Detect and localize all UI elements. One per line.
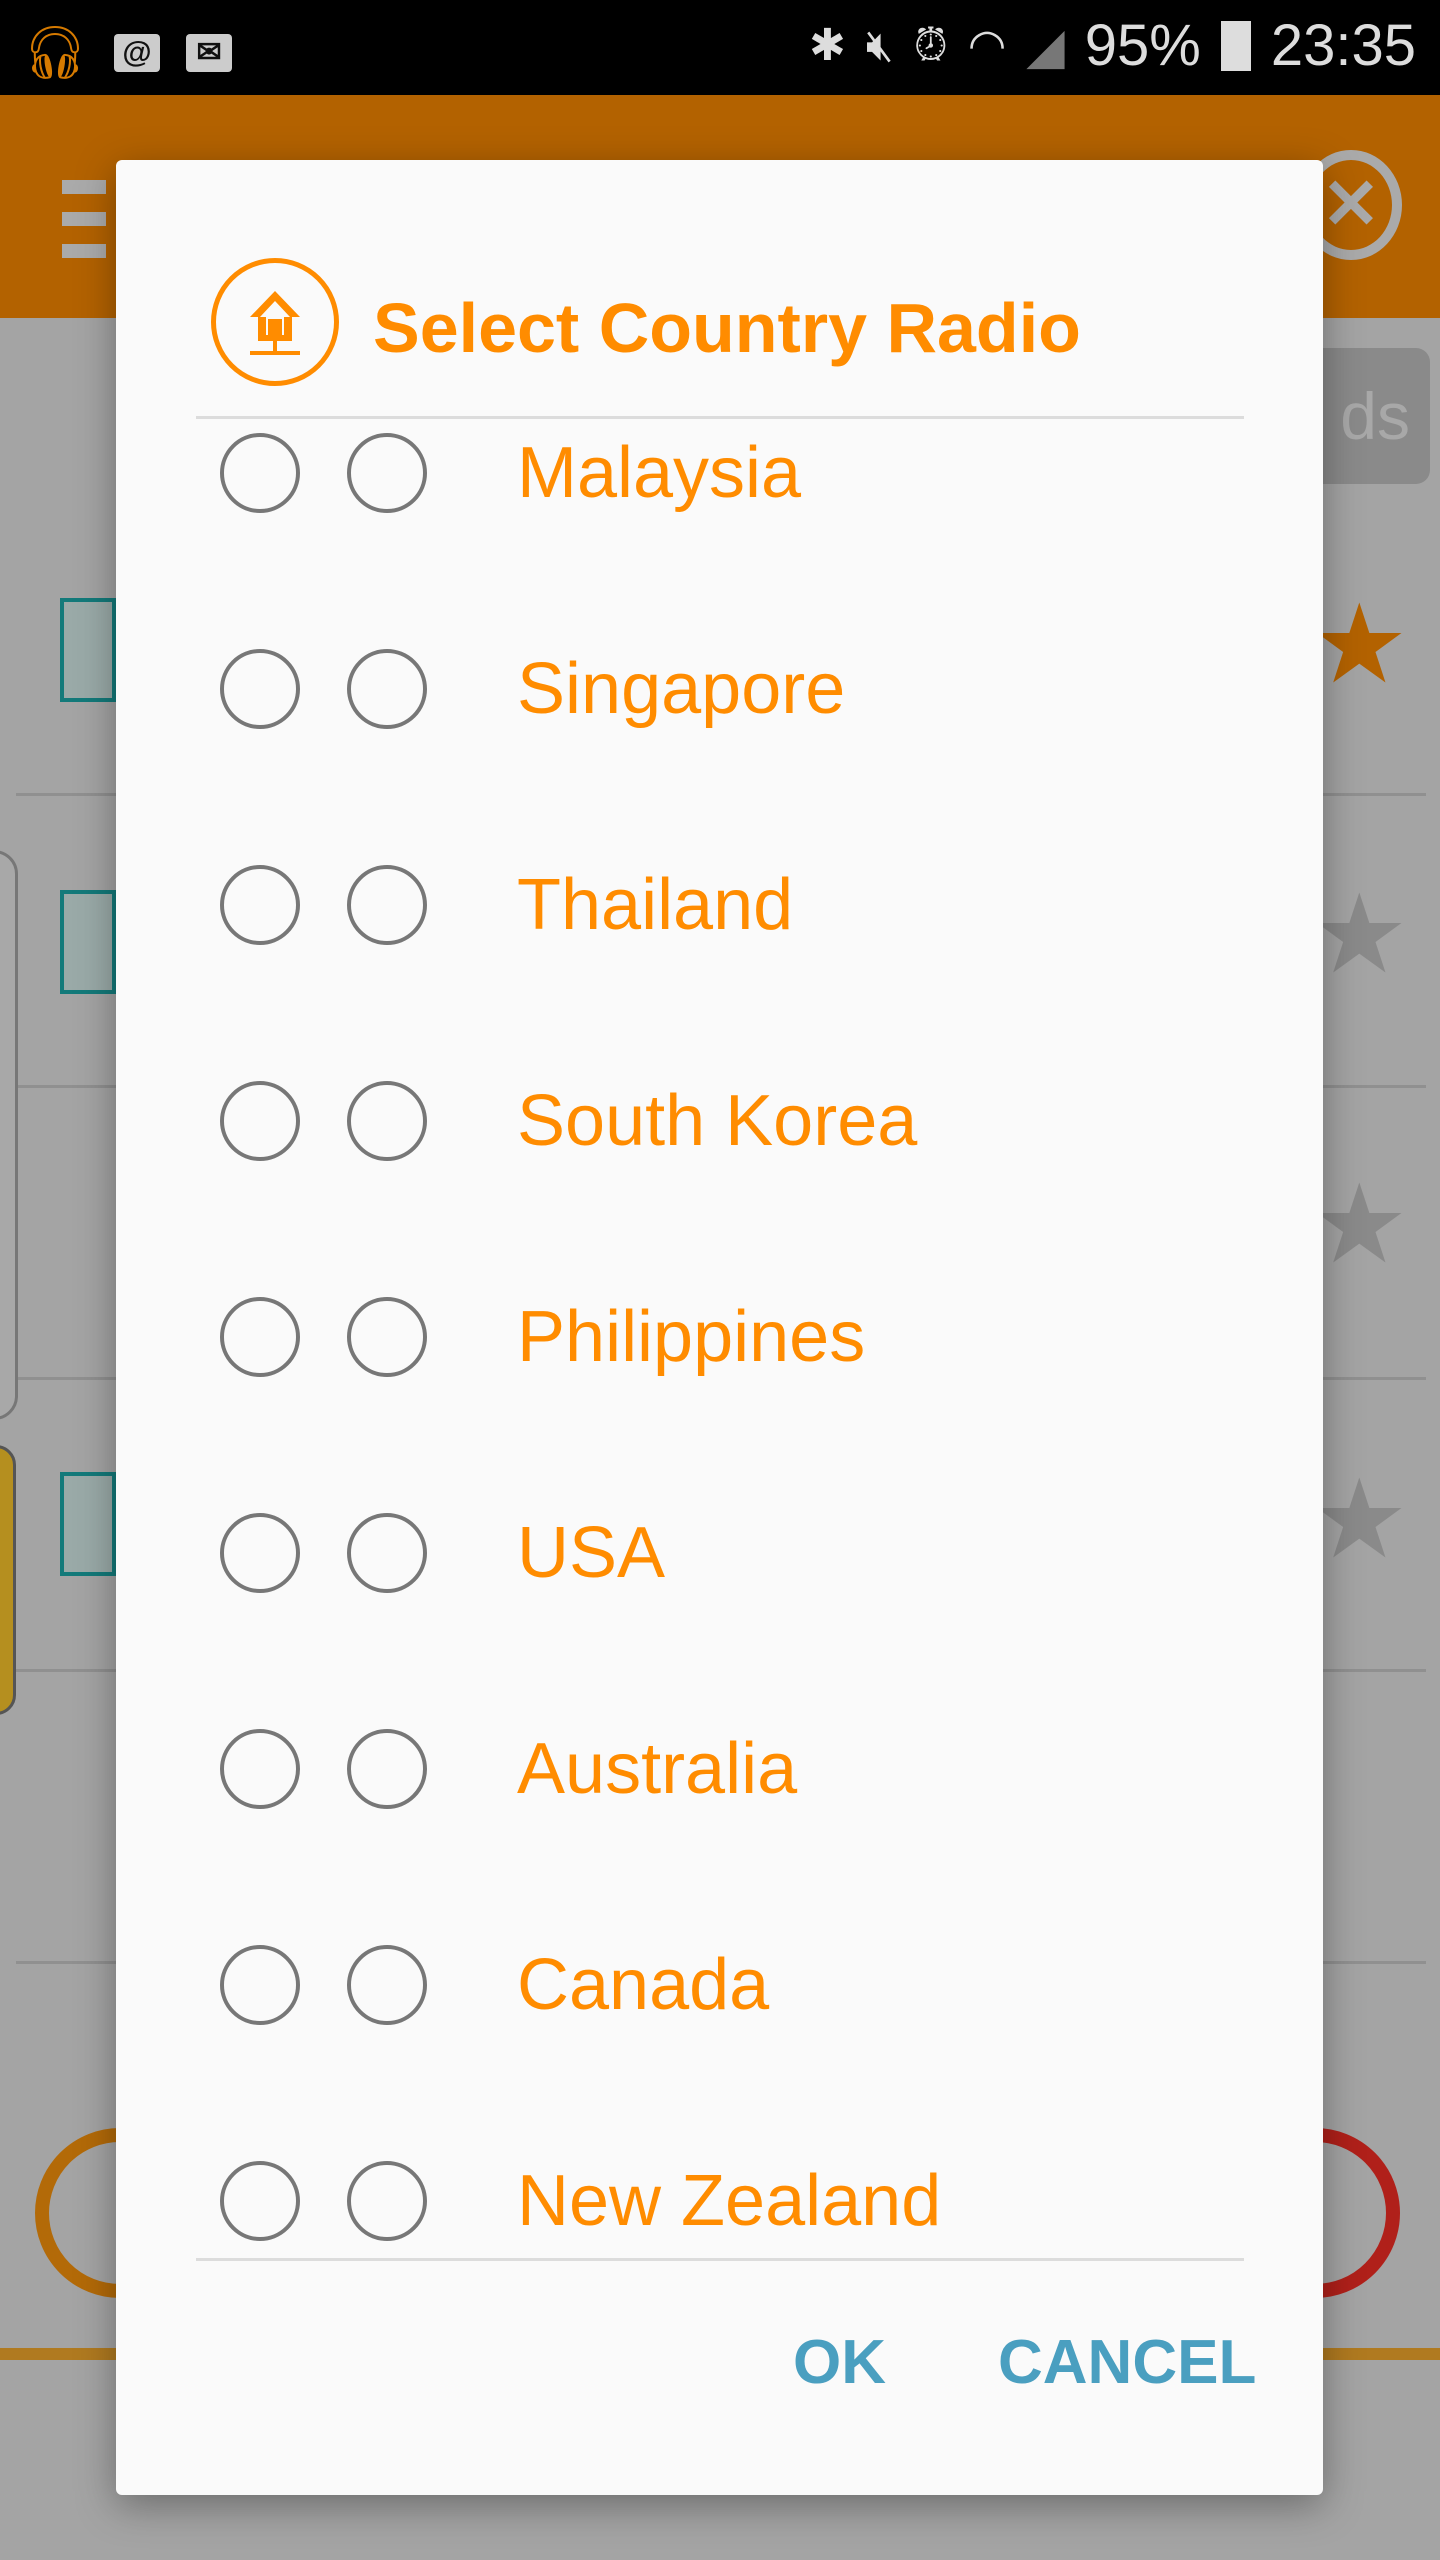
- divider: [196, 2258, 1244, 2261]
- country-row[interactable]: USA: [116, 1445, 1323, 1661]
- side-panel: [0, 850, 18, 1420]
- radio-button[interactable]: [220, 649, 300, 729]
- radio-button[interactable]: [347, 2161, 427, 2241]
- radio-button[interactable]: [220, 1297, 300, 1377]
- radio-button[interactable]: [220, 1081, 300, 1161]
- star-icon[interactable]: ★: [1310, 1160, 1409, 1288]
- radio-button[interactable]: [347, 1513, 427, 1593]
- radio-button[interactable]: [347, 865, 427, 945]
- wifi-icon: ◠: [967, 21, 1007, 70]
- list-icon: [60, 598, 116, 702]
- country-row[interactable]: Thailand: [116, 797, 1323, 1013]
- menu-icon[interactable]: [62, 180, 106, 276]
- dialog-title: Select Country Radio: [373, 289, 1081, 367]
- signal-icon: ◢: [1026, 17, 1065, 74]
- email-at-icon: @: [114, 33, 161, 72]
- radio-button[interactable]: [347, 1729, 427, 1809]
- country-label: South Korea: [517, 1081, 918, 1161]
- radio-button[interactable]: [220, 865, 300, 945]
- battery-text: 95%: [1084, 13, 1201, 78]
- battery-charging-icon: [1220, 20, 1251, 71]
- cancel-button[interactable]: CANCEL: [998, 2328, 1256, 2398]
- country-label: Thailand: [517, 865, 794, 945]
- country-row[interactable]: Australia: [116, 1661, 1323, 1877]
- headphones-icon: 🎧︎: [22, 24, 89, 82]
- country-row[interactable]: New Zealand: [116, 2093, 1323, 2309]
- country-row[interactable]: Philippines: [116, 1229, 1323, 1445]
- radio-button[interactable]: [220, 1513, 300, 1593]
- list-icon: [60, 1472, 116, 1576]
- radio-button[interactable]: [220, 2161, 300, 2241]
- country-label: New Zealand: [517, 2161, 942, 2241]
- mail-icon: ✉: [186, 33, 233, 72]
- side-panel: [0, 1445, 16, 1715]
- star-icon[interactable]: ★: [1310, 580, 1409, 708]
- radio-button[interactable]: [347, 1081, 427, 1161]
- ok-button[interactable]: OK: [793, 2328, 886, 2398]
- country-row[interactable]: Malaysia: [116, 365, 1323, 581]
- star-icon[interactable]: ★: [1310, 1455, 1409, 1583]
- alarm-icon: ⏰︎: [913, 20, 948, 70]
- radio-button[interactable]: [347, 649, 427, 729]
- radio-button[interactable]: [220, 1945, 300, 2025]
- country-row[interactable]: Singapore: [116, 581, 1323, 797]
- country-label: Canada: [517, 1945, 770, 2025]
- status-bar: 🎧︎ @ ✉ ✱ 🔇︎ ⏰︎ ◠ ◢ 95% 23:35: [0, 0, 1440, 95]
- radio-button[interactable]: [347, 1297, 427, 1377]
- country-row[interactable]: Canada: [116, 1877, 1323, 2093]
- radio-button[interactable]: [347, 433, 427, 513]
- radio-button[interactable]: [220, 433, 300, 513]
- country-label: Philippines: [517, 1297, 866, 1377]
- radio-button[interactable]: [347, 1945, 427, 2025]
- radio-button[interactable]: [220, 1729, 300, 1809]
- clock: 23:35: [1270, 13, 1416, 78]
- star-icon[interactable]: ★: [1310, 870, 1409, 998]
- country-label: Malaysia: [517, 433, 802, 513]
- country-label: Australia: [517, 1729, 798, 1809]
- country-label: Singapore: [517, 649, 846, 729]
- select-country-dialog: Select Country Radio Malaysia Singapore Th…: [116, 160, 1323, 2495]
- country-row[interactable]: South Korea: [116, 1013, 1323, 1229]
- country-label: USA: [517, 1513, 666, 1593]
- list-icon: [60, 890, 116, 994]
- bluetooth-icon: ✱: [808, 21, 846, 70]
- mute-icon: 🔇︎: [865, 20, 894, 70]
